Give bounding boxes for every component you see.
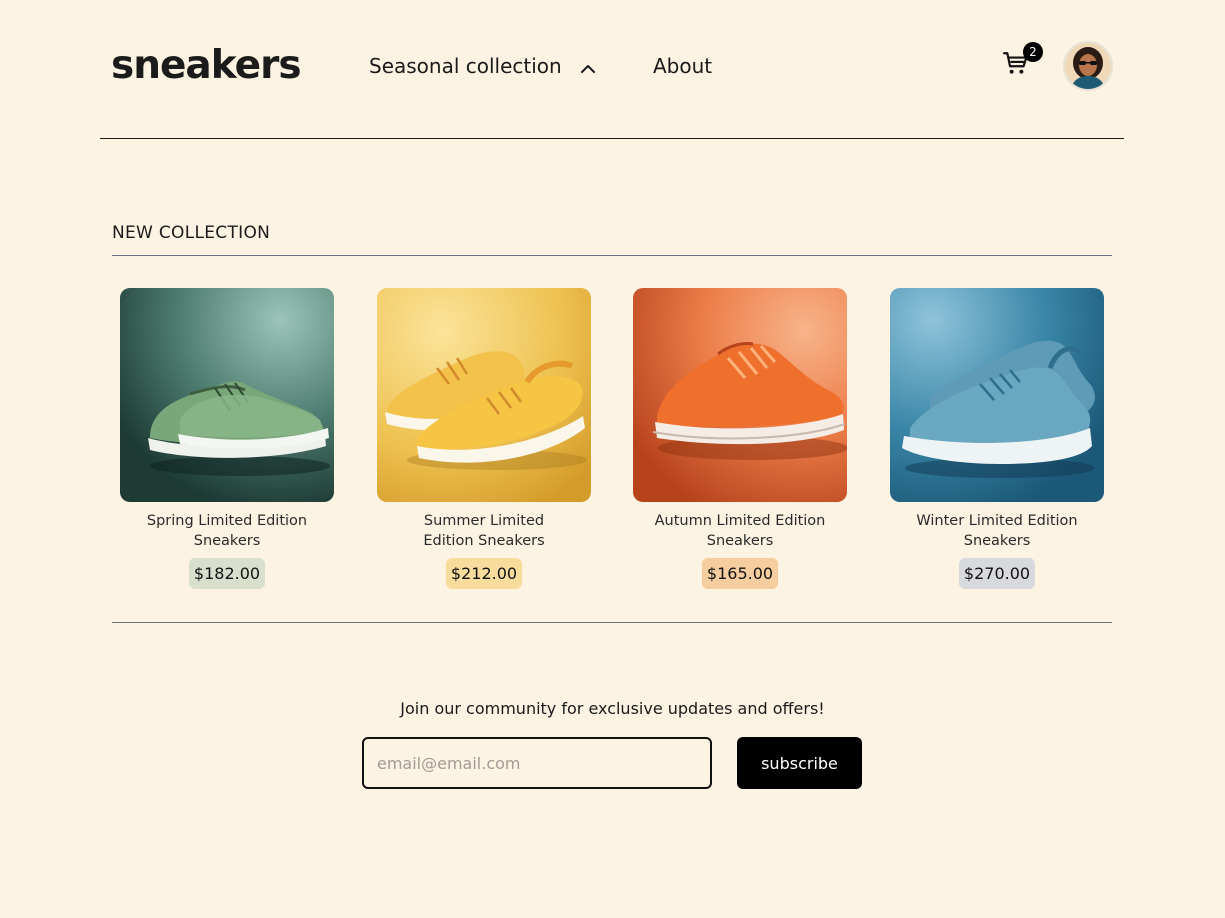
section-title: NEW COLLECTION bbox=[112, 223, 271, 243]
user-avatar[interactable] bbox=[1063, 41, 1113, 91]
divider bbox=[112, 255, 1112, 256]
nav-about[interactable]: About bbox=[653, 52, 712, 80]
cart-button[interactable]: 2 bbox=[1003, 42, 1043, 80]
product-name: Autumn Limited Edition Sneakers bbox=[654, 513, 826, 549]
product-price: $270.00 bbox=[958, 558, 1036, 589]
product-card[interactable]: Autumn Limited Edition Sneakers $165.00 bbox=[633, 288, 847, 589]
product-image bbox=[890, 288, 1104, 502]
chevron-up-icon bbox=[580, 54, 596, 82]
product-name: Spring Limited Edition Sneakers bbox=[146, 513, 308, 549]
email-input[interactable] bbox=[362, 737, 712, 789]
nav-seasonal-label: Seasonal collection bbox=[369, 54, 562, 78]
product-name: Winter Limited Edition Sneakers bbox=[916, 513, 1078, 549]
subscribe-button[interactable]: subscribe bbox=[737, 737, 862, 789]
product-image bbox=[633, 288, 847, 502]
product-card[interactable]: Winter Limited Edition Sneakers $270.00 bbox=[890, 288, 1104, 589]
product-image bbox=[120, 288, 334, 502]
divider bbox=[112, 622, 1112, 623]
newsletter-text: Join our community for exclusive updates… bbox=[400, 699, 825, 718]
site-header: sneakers Seasonal collection About 2 bbox=[100, 0, 1124, 139]
cart-count-badge: 2 bbox=[1023, 42, 1043, 62]
product-card[interactable]: Summer Limited Edition Sneakers $212.00 bbox=[377, 288, 591, 589]
product-price: $165.00 bbox=[701, 558, 779, 589]
product-image bbox=[377, 288, 591, 502]
logo[interactable]: sneakers bbox=[111, 42, 302, 90]
nav-seasonal-collection[interactable]: Seasonal collection bbox=[369, 52, 596, 82]
product-price: $212.00 bbox=[445, 558, 523, 589]
product-price: $182.00 bbox=[188, 558, 266, 589]
product-card[interactable]: Spring Limited Edition Sneakers $182.00 bbox=[120, 288, 334, 589]
product-name: Summer Limited Edition Sneakers bbox=[423, 513, 545, 549]
